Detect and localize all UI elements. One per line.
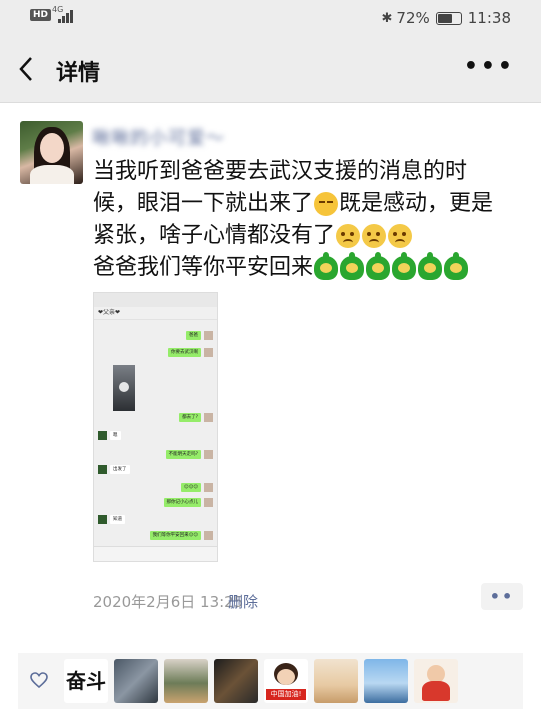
screenshot-avatar <box>204 450 213 459</box>
post-line-2: 候，眼泪一下就出来了 <box>93 191 314 216</box>
hd-badge: HD <box>30 9 52 21</box>
screenshot-message: 你要去武汉啊 <box>168 348 201 357</box>
heart-icon <box>30 672 48 692</box>
screenshot-input-bar <box>94 546 217 561</box>
post-line-4: 爸爸我们等你平安回来 <box>93 255 314 280</box>
screenshot-avatar <box>98 431 107 440</box>
like-avatar[interactable] <box>314 659 358 703</box>
post-timestamp: 2020年2月6日 13:25 <box>93 593 244 611</box>
screenshot-avatar <box>204 483 213 492</box>
screenshot-message: 嗯 <box>110 431 121 440</box>
like-avatar-caption: 中国加油! <box>266 689 306 700</box>
bluetooth-icon: ✱ <box>381 10 393 26</box>
author-name[interactable]: 啾啾的小可爱～ <box>92 124 225 150</box>
screenshot-avatar <box>98 465 107 474</box>
screenshot-message: 不能明天走吗? <box>165 450 201 459</box>
page-title: 详情 <box>56 61 101 86</box>
like-avatar[interactable] <box>414 659 458 703</box>
signal-icon <box>58 9 78 23</box>
like-avatar[interactable] <box>364 659 408 703</box>
author-avatar[interactable] <box>20 121 83 184</box>
like-avatar[interactable] <box>114 659 158 703</box>
post-text: 当我听到爸爸要去武汉支援的消息的时 候，眼泪一下就出来了 既是感动，更是 紧张，啥… <box>93 156 523 284</box>
screenshot-avatar <box>204 331 213 340</box>
chat-screenshot-image[interactable]: ❤父亲❤ 爸爸你要去武汉啊都去了? 嗯不能明天走吗? 出发了 😔😔😔 那你记小心点儿知道… <box>93 292 218 562</box>
like-avatar[interactable]: 奋斗 <box>64 659 108 703</box>
screenshot-message: 😔😔😔 <box>180 483 201 492</box>
clock: 11:38 <box>467 9 511 27</box>
screenshot-chat-title: ❤父亲❤ <box>94 307 217 320</box>
battery-percent: 72% <box>396 9 430 27</box>
post-line-3-wrap: 紧张，啥子心情都没有了 <box>93 220 523 252</box>
sad-emoji-icon <box>362 224 387 248</box>
screenshot-video-thumbnail <box>113 365 135 411</box>
post-line-2-wrap: 候，眼泪一下就出来了 既是感动，更是 <box>93 188 523 220</box>
back-chevron-icon[interactable] <box>18 56 34 82</box>
sprout-emoji-icon <box>418 252 443 280</box>
screenshot-message: 出发了 <box>110 465 130 474</box>
battery-icon <box>435 11 462 25</box>
sprout-emoji-icon <box>340 252 365 280</box>
crying-emoji-icon <box>314 192 339 216</box>
likes-bar: 奋斗 中国加油! <box>18 653 523 709</box>
battery-fill <box>437 13 452 23</box>
status-right: ✱ 72% 11:38 <box>382 9 511 27</box>
like-avatar-logo: 奋斗 <box>66 669 106 693</box>
post-line-4-wrap: 爸爸我们等你平安回来 <box>93 252 523 284</box>
sprout-emoji-icon <box>444 252 469 280</box>
like-avatar[interactable] <box>164 659 208 703</box>
screenshot-avatar <box>204 413 213 422</box>
sad-emoji-icon <box>388 224 413 248</box>
sprout-emoji-icon <box>392 252 417 280</box>
screenshot-message: 那你记小心点儿 <box>163 498 201 507</box>
screenshot-avatar <box>98 515 107 524</box>
screenshot-message: 爸爸 <box>186 331 201 340</box>
post-line-1: 当我听到爸爸要去武汉支援的消息的时 <box>93 159 468 184</box>
status-bar: HD 4G ✱ 72% 11:38 <box>0 0 541 36</box>
screenshot-avatar <box>204 531 213 540</box>
screenshot-avatar <box>204 498 213 507</box>
like-avatar[interactable] <box>214 659 258 703</box>
sad-emoji-icon <box>336 224 361 248</box>
screenshot-status-bar <box>94 293 217 307</box>
screenshot-message: 知道 <box>110 515 125 524</box>
comment-like-button[interactable]: •• <box>481 583 523 610</box>
more-options-icon[interactable]: ••• <box>464 54 515 79</box>
screenshot-message: 都去了? <box>179 413 201 422</box>
sprout-emoji-icon <box>366 252 391 280</box>
post-line-3: 紧张，啥子心情都没有了 <box>93 223 336 248</box>
like-avatar[interactable]: 中国加油! <box>264 659 308 703</box>
screenshot-avatar <box>204 348 213 357</box>
delete-link[interactable]: 删除 <box>228 591 258 612</box>
navigation-bar: 详情 ••• <box>0 36 541 103</box>
screenshot-message: 我们等你平安回来😔😔 <box>149 531 201 540</box>
sprout-emoji-icon <box>314 252 339 280</box>
post-line-2b: 既是感动，更是 <box>339 191 494 216</box>
